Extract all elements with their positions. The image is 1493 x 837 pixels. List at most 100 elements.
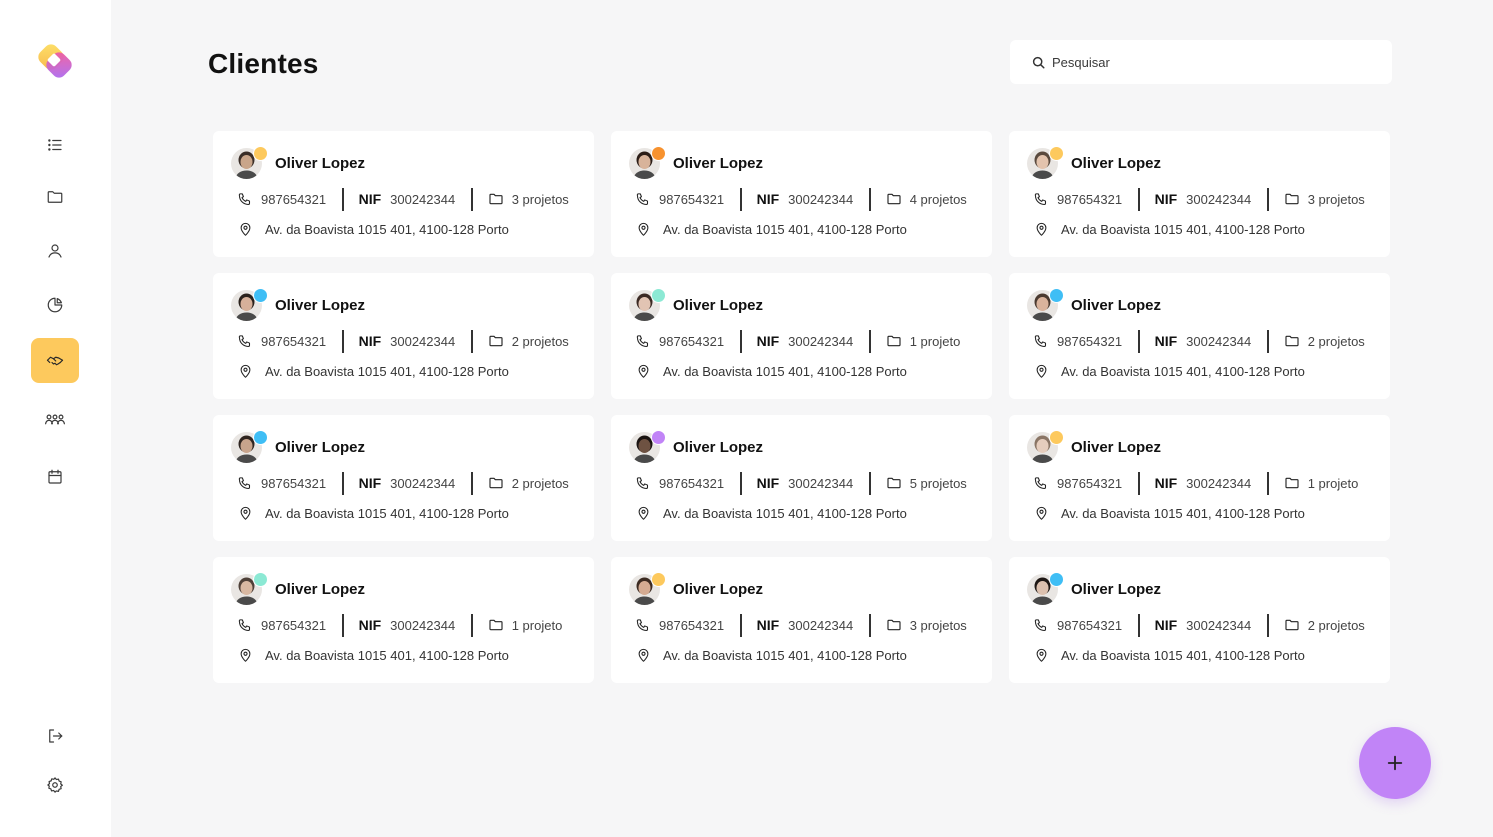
- avatar-wrap: [231, 572, 268, 606]
- location-pin-icon: [638, 506, 649, 520]
- nif-label: NIF: [358, 617, 382, 633]
- status-dot: [1049, 146, 1064, 161]
- divider: [1138, 471, 1140, 495]
- nif-label: NIF: [358, 475, 382, 491]
- pie-chart-icon: [47, 297, 63, 313]
- clients-grid: Oliver Lopez 987654321 NIF 300242344 3 p…: [213, 131, 1390, 683]
- calendar-icon: [48, 469, 62, 484]
- page-title: Clientes: [208, 48, 319, 79]
- client-name: Oliver Lopez: [673, 581, 764, 598]
- nif-label: NIF: [358, 191, 382, 207]
- add-client-button[interactable]: [1359, 727, 1431, 799]
- nav-projects[interactable]: [31, 175, 79, 219]
- client-card[interactable]: Oliver Lopez 987654321 NIF 300242344 3 p…: [611, 557, 992, 683]
- client-card[interactable]: Oliver Lopez 987654321 NIF 300242344 2 p…: [1009, 273, 1390, 399]
- client-nif: 300242344: [1186, 333, 1252, 349]
- client-projects: 2 projetos: [1307, 617, 1365, 633]
- nav-calendar[interactable]: [31, 455, 79, 499]
- divider: [1267, 613, 1269, 637]
- logout-button[interactable]: [31, 714, 79, 758]
- folder-icon: [47, 191, 63, 203]
- nav-list[interactable]: [31, 123, 79, 167]
- nif-label: NIF: [1154, 617, 1178, 633]
- divider: [342, 187, 344, 211]
- client-details-row: 987654321 NIF 300242344 3 projetos: [237, 187, 569, 211]
- avatar-wrap: [629, 146, 666, 180]
- status-dot: [1049, 288, 1064, 303]
- avatar-wrap: [1027, 288, 1064, 322]
- client-nif: 300242344: [788, 617, 854, 633]
- divider: [471, 613, 473, 637]
- search-icon: [1032, 56, 1045, 69]
- client-card[interactable]: Oliver Lopez 987654321 NIF 300242344 1 p…: [213, 557, 594, 683]
- nav-team[interactable]: [31, 398, 79, 442]
- client-card[interactable]: Oliver Lopez 987654321 NIF 300242344 4 p…: [611, 131, 992, 257]
- client-address: Av. da Boavista 1015 401, 4100-128 Porto: [1061, 505, 1305, 521]
- client-name: Oliver Lopez: [1071, 297, 1162, 314]
- phone-icon: [1034, 476, 1047, 489]
- client-details-row: 987654321 NIF 300242344 1 projeto: [237, 613, 562, 637]
- client-address: Av. da Boavista 1015 401, 4100-128 Porto: [265, 363, 509, 379]
- client-card[interactable]: Oliver Lopez 987654321 NIF 300242344 2 p…: [213, 415, 594, 541]
- client-card[interactable]: Oliver Lopez 987654321 NIF 300242344 3 p…: [1009, 131, 1390, 257]
- nif-label: NIF: [756, 475, 780, 491]
- client-nif: 300242344: [390, 475, 456, 491]
- status-dot: [651, 572, 666, 587]
- status-dot: [253, 572, 268, 587]
- client-card[interactable]: Oliver Lopez 987654321 NIF 300242344 2 p…: [1009, 557, 1390, 683]
- phone-icon: [1034, 192, 1047, 205]
- folder-icon: [1285, 619, 1299, 631]
- user-icon: [48, 244, 62, 258]
- list-icon: [48, 139, 62, 151]
- client-phone: 987654321: [261, 617, 327, 633]
- nav-reports[interactable]: [31, 283, 79, 327]
- phone-icon: [238, 192, 251, 205]
- client-phone: 987654321: [659, 333, 725, 349]
- client-details-row: 987654321 NIF 300242344 2 projetos: [237, 471, 569, 495]
- client-nif: 300242344: [788, 475, 854, 491]
- avatar-wrap: [629, 430, 666, 464]
- phone-icon: [636, 618, 649, 631]
- client-projects: 4 projetos: [909, 191, 967, 207]
- client-card[interactable]: Oliver Lopez 987654321 NIF 300242344 3 p…: [213, 131, 594, 257]
- client-phone: 987654321: [659, 191, 725, 207]
- client-name: Oliver Lopez: [673, 155, 764, 172]
- settings-button[interactable]: [31, 763, 79, 807]
- avatar-wrap: [629, 288, 666, 322]
- search-bar[interactable]: [1010, 40, 1392, 84]
- folder-icon: [887, 477, 901, 489]
- avatar-wrap: [231, 288, 268, 322]
- divider: [1267, 187, 1269, 211]
- client-address-row: Av. da Boavista 1015 401, 4100-128 Porto: [636, 645, 907, 665]
- phone-icon: [238, 334, 251, 347]
- folder-icon: [887, 619, 901, 631]
- divider: [342, 329, 344, 353]
- status-dot: [253, 288, 268, 303]
- client-projects: 2 projetos: [1307, 333, 1365, 349]
- status-dot: [1049, 572, 1064, 587]
- client-details-row: 987654321 NIF 300242344 2 projetos: [1033, 613, 1365, 637]
- client-details-row: 987654321 NIF 300242344 2 projetos: [237, 329, 569, 353]
- client-card[interactable]: Oliver Lopez 987654321 NIF 300242344 2 p…: [213, 273, 594, 399]
- nav-clients[interactable]: [31, 338, 79, 383]
- client-nif: 300242344: [788, 333, 854, 349]
- client-address-row: Av. da Boavista 1015 401, 4100-128 Porto: [636, 219, 907, 239]
- client-card[interactable]: Oliver Lopez 987654321 NIF 300242344 5 p…: [611, 415, 992, 541]
- client-address-row: Av. da Boavista 1015 401, 4100-128 Porto: [1034, 645, 1305, 665]
- app-logo[interactable]: [33, 39, 77, 83]
- client-card[interactable]: Oliver Lopez 987654321 NIF 300242344 1 p…: [1009, 415, 1390, 541]
- status-dot: [651, 288, 666, 303]
- nif-label: NIF: [1154, 191, 1178, 207]
- phone-icon: [636, 334, 649, 347]
- client-details-row: 987654321 NIF 300242344 1 projeto: [635, 329, 960, 353]
- avatar-wrap: [231, 430, 268, 464]
- divider: [740, 471, 742, 495]
- search-input[interactable]: [1052, 54, 1372, 70]
- nav-profile[interactable]: [31, 229, 79, 273]
- avatar-wrap: [1027, 146, 1064, 180]
- phone-icon: [238, 476, 251, 489]
- client-name: Oliver Lopez: [1071, 439, 1162, 456]
- client-card[interactable]: Oliver Lopez 987654321 NIF 300242344 1 p…: [611, 273, 992, 399]
- client-details-row: 987654321 NIF 300242344 5 projetos: [635, 471, 967, 495]
- folder-icon: [1285, 477, 1299, 489]
